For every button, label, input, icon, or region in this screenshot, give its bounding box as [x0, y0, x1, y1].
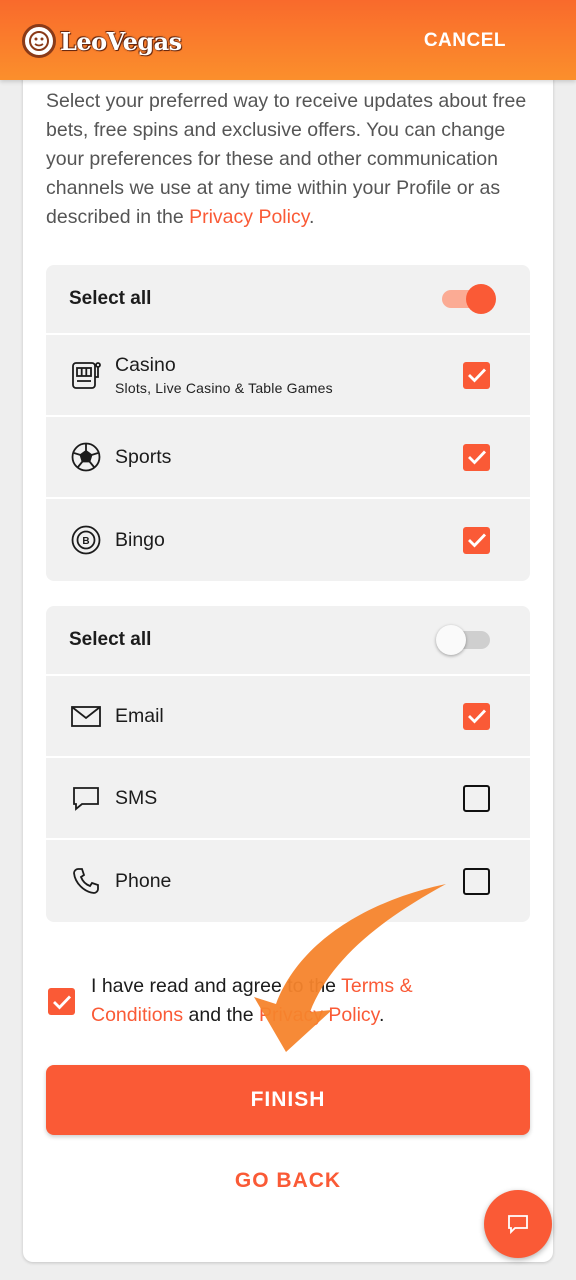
intro-text: Select your preferred way to receive upd… [46, 87, 536, 232]
bingo-ball-icon: B [70, 524, 102, 556]
casino-description: Slots, Live Casino & Table Games [115, 380, 333, 396]
sms-checkbox[interactable] [463, 784, 490, 812]
terms-text-3: . [378, 1004, 385, 1026]
slot-machine-icon [70, 359, 102, 391]
chat-icon [508, 1215, 528, 1235]
brand-name: LeoVegas [60, 26, 182, 56]
finish-button[interactable]: FINISH [46, 1065, 530, 1135]
intro-end: . [309, 206, 315, 228]
casino-checkbox[interactable] [463, 361, 490, 389]
toggle-knob [466, 284, 496, 314]
product-row-sports: Sports [46, 417, 530, 499]
sports-label: Sports [115, 445, 172, 468]
casino-label: Casino [115, 354, 176, 376]
email-label: Email [115, 704, 164, 727]
channels-select-all-label: Select all [69, 629, 152, 650]
products-select-all-toggle[interactable] [438, 284, 496, 314]
envelope-icon [70, 700, 102, 732]
phone-checkbox[interactable] [463, 867, 490, 895]
channel-row-phone: Phone [46, 840, 530, 922]
football-icon [70, 441, 102, 473]
product-preferences-group: Select all Casino Slots, Live Casino & T… [46, 265, 530, 581]
sms-text: SMS [115, 787, 157, 810]
channel-row-sms: SMS [46, 758, 530, 840]
bingo-checkbox[interactable] [463, 526, 490, 554]
phone-text: Phone [115, 870, 171, 893]
phone-label: Phone [115, 869, 172, 892]
app-header: LeoVegas CANCEL [0, 0, 576, 80]
email-checkbox[interactable] [463, 702, 490, 730]
terms-privacy-link[interactable]: Privacy Policy [259, 1004, 379, 1026]
email-text: Email [115, 705, 164, 728]
phone-icon [70, 865, 102, 897]
bingo-label: Bingo [115, 528, 165, 551]
sms-label: SMS [115, 786, 158, 809]
terms-checkbox[interactable] [48, 988, 75, 1015]
bingo-text: Bingo [115, 529, 165, 552]
terms-text: I have read and agree to the Terms & Con… [91, 972, 491, 1030]
privacy-policy-link[interactable]: Privacy Policy [189, 206, 309, 228]
casino-text: Casino Slots, Live Casino & Table Games [115, 354, 333, 396]
chat-button[interactable] [484, 1190, 552, 1258]
go-back-button[interactable]: GO BACK [46, 1165, 530, 1197]
channel-preferences-group: Select all Email SMS Phone [46, 606, 530, 922]
product-row-bingo: B Bingo [46, 499, 530, 581]
channels-select-all-row: Select all [46, 606, 530, 676]
sports-text: Sports [115, 446, 171, 469]
cancel-button[interactable]: CANCEL [424, 30, 506, 52]
channel-row-email: Email [46, 676, 530, 758]
channels-select-all-toggle[interactable] [436, 625, 494, 655]
product-row-casino: Casino Slots, Live Casino & Table Games [46, 335, 530, 417]
lion-logo-icon [22, 24, 56, 58]
products-select-all-row: Select all [46, 265, 530, 335]
chat-bubble-icon [70, 782, 102, 814]
toggle-knob [436, 625, 466, 655]
terms-text-2: and the [183, 1004, 260, 1026]
products-select-all-label: Select all [69, 288, 152, 309]
svg-text:B: B [82, 536, 89, 547]
terms-text-1: I have read and agree to the [91, 975, 342, 997]
sports-checkbox[interactable] [463, 443, 490, 471]
brand-logo[interactable]: LeoVegas [22, 22, 182, 60]
